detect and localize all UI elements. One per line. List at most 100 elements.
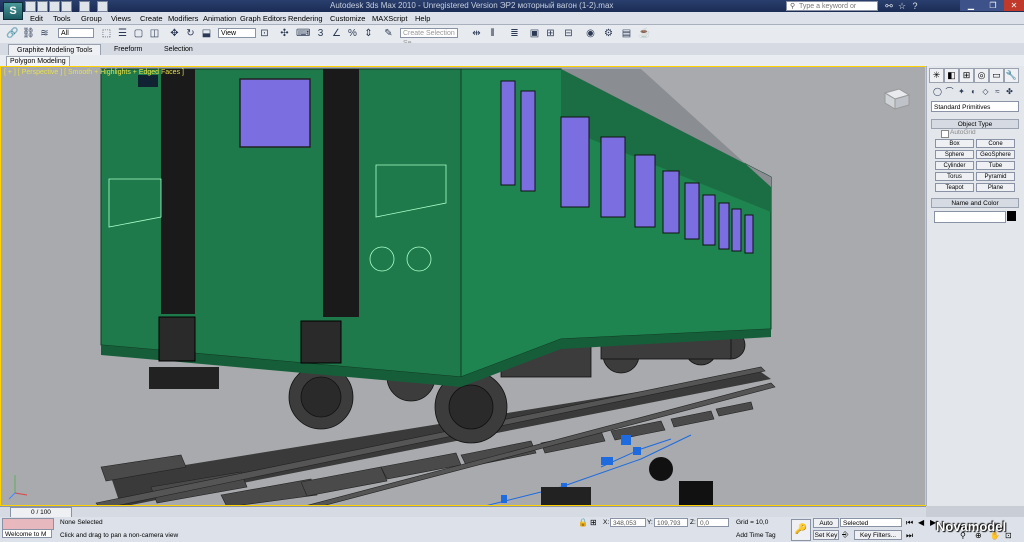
menu-graph-editors[interactable]: Graph Editors — [240, 13, 286, 24]
torus-button[interactable]: Torus — [935, 172, 974, 181]
angle-snap-icon[interactable]: ∠ — [330, 27, 343, 40]
y-coord-field[interactable]: 109,793 — [654, 518, 688, 527]
menu-rendering[interactable]: Rendering — [288, 13, 323, 24]
open-file-icon[interactable] — [37, 1, 48, 12]
tab-selection[interactable]: Selection — [156, 44, 201, 55]
redo-icon[interactable] — [79, 1, 90, 12]
viewcube-icon[interactable] — [883, 88, 911, 110]
perspective-viewport[interactable]: [ + ] [ Perspective ] [ Smooth + Highlig… — [0, 66, 926, 506]
geosphere-button[interactable]: GeoSphere — [976, 150, 1015, 159]
lights-icon[interactable]: ✦ — [956, 86, 967, 97]
save-file-icon[interactable] — [49, 1, 60, 12]
select-manipulate-icon[interactable]: ✣ — [278, 27, 291, 40]
spinner-snap-icon[interactable]: ⇕ — [362, 27, 375, 40]
space-warps-icon[interactable]: ≈ — [992, 86, 1003, 97]
hierarchy-tab-icon[interactable]: ⊞ — [959, 68, 974, 83]
cylinder-button[interactable]: Cylinder — [935, 161, 974, 170]
cameras-icon[interactable]: ◐ — [968, 86, 979, 97]
rendered-frame-icon[interactable]: ▤ — [620, 27, 633, 40]
select-object-icon[interactable]: ⬚ — [100, 27, 113, 40]
create-tab-icon[interactable]: ✳ — [929, 68, 944, 83]
rectangular-selection-icon[interactable]: ▢ — [132, 27, 145, 40]
utilities-tab-icon[interactable]: 🔧 — [1004, 68, 1019, 83]
autogrid-checkbox[interactable] — [941, 130, 949, 138]
move-icon[interactable]: ✥ — [168, 27, 181, 40]
z-coord-field[interactable]: 0,0 — [697, 518, 729, 527]
named-selection-input[interactable]: Create Selection Se — [400, 28, 458, 47]
tab-freeform[interactable]: Freeform — [106, 44, 150, 55]
binoculars-icon[interactable]: ⚯ — [884, 1, 894, 11]
app-logo-icon[interactable]: S — [3, 2, 23, 20]
object-color-swatch[interactable] — [1007, 211, 1016, 221]
layer-manager-icon[interactable]: ≣ — [508, 27, 521, 40]
set-key-button[interactable]: Set Key — [813, 530, 839, 540]
shapes-icon[interactable]: ⌒ — [944, 86, 955, 97]
graphite-toggle-icon[interactable]: ▣ — [528, 27, 541, 40]
modify-tab-icon[interactable]: ◧ — [944, 68, 959, 83]
menu-customize[interactable]: Customize — [330, 13, 365, 24]
name-and-color-rollout[interactable]: Name and Color — [931, 198, 1019, 208]
add-time-tag-button[interactable]: Add Time Tag — [736, 531, 776, 540]
render-production-icon[interactable]: ☕ — [638, 27, 651, 40]
key-mode-toggle-icon[interactable]: ⏭ — [906, 531, 913, 541]
systems-icon[interactable]: ✤ — [1004, 86, 1015, 97]
go-to-start-icon[interactable]: ⏮ — [906, 518, 913, 528]
primitive-type-dropdown[interactable]: Standard Primitives — [931, 101, 1019, 112]
cone-button[interactable]: Cone — [976, 139, 1015, 148]
edit-named-selection-icon[interactable]: ✎ — [382, 27, 395, 40]
align-icon[interactable]: ⫴ — [486, 27, 499, 40]
previous-frame-icon[interactable]: ◀ — [918, 518, 924, 527]
teapot-button[interactable]: Teapot — [935, 183, 974, 192]
minimize-button[interactable]: ▁ — [960, 0, 982, 11]
selection-filter-dropdown[interactable]: All — [58, 28, 94, 38]
display-tab-icon[interactable]: ▭ — [989, 68, 1004, 83]
viewport-label[interactable]: [ + ] [ Perspective ] [ Smooth + Highlig… — [4, 69, 184, 76]
menu-views[interactable]: Views — [111, 13, 131, 24]
restore-button[interactable]: ❐ — [982, 0, 1004, 11]
x-coord-field[interactable]: 348,053 — [610, 518, 646, 527]
select-by-name-icon[interactable]: ☰ — [116, 27, 129, 40]
material-editor-icon[interactable]: ◉ — [584, 27, 597, 40]
pivot-center-icon[interactable]: ⊡ — [258, 27, 271, 40]
object-type-rollout[interactable]: Object Type — [931, 119, 1019, 129]
tube-button[interactable]: Tube — [976, 161, 1015, 170]
auto-key-button[interactable]: Auto Key — [813, 518, 839, 537]
key-mode-dropdown[interactable]: Selected — [840, 518, 902, 527]
default-in-out-tangents-icon[interactable]: ⎆ — [842, 530, 848, 540]
window-crossing-icon[interactable]: ◫ — [148, 27, 161, 40]
mirror-icon[interactable]: ⇹ — [470, 27, 483, 40]
star-icon[interactable]: ☆ — [897, 1, 907, 11]
absolute-mode-icon[interactable]: ⊞ — [590, 518, 597, 527]
menu-edit[interactable]: Edit — [30, 13, 43, 24]
maxscript-mini-listener[interactable]: Welcome to M — [2, 529, 52, 538]
render-setup-icon[interactable]: ⚙ — [602, 27, 615, 40]
new-file-icon[interactable] — [25, 1, 36, 12]
menu-modifiers[interactable]: Modifiers — [168, 13, 198, 24]
pyramid-button[interactable]: Pyramid — [976, 172, 1015, 181]
percent-snap-icon[interactable]: % — [346, 27, 359, 40]
schematic-view-icon[interactable]: ⊟ — [562, 27, 575, 40]
menu-create[interactable]: Create — [140, 13, 163, 24]
reference-coordinate-dropdown[interactable]: View — [218, 28, 256, 38]
helpers-icon[interactable]: ◇ — [980, 86, 991, 97]
select-link-icon[interactable]: 🔗 — [6, 27, 19, 40]
sphere-button[interactable]: Sphere — [935, 150, 974, 159]
menu-maxscript[interactable]: MAXScript — [372, 13, 407, 24]
plane-button[interactable]: Plane — [976, 183, 1015, 192]
set-key-mode-icon[interactable]: 🔑 — [791, 519, 811, 541]
menu-animation[interactable]: Animation — [203, 13, 236, 24]
search-input[interactable]: Type a keyword or phrase — [786, 1, 878, 20]
bind-space-warp-icon[interactable]: ≋ — [38, 27, 51, 40]
curve-editor-icon[interactable]: ⊞ — [544, 27, 557, 40]
unlink-icon[interactable]: ⛓ — [22, 27, 35, 40]
menu-group[interactable]: Group — [81, 13, 102, 24]
geometry-icon[interactable]: ◯ — [932, 86, 943, 97]
undo-icon[interactable] — [61, 1, 72, 12]
box-button[interactable]: Box — [935, 139, 974, 148]
menu-help[interactable]: Help — [415, 13, 430, 24]
lock-selection-icon[interactable]: 🔒 — [578, 518, 588, 527]
keyboard-shortcut-icon[interactable]: ⌨ — [296, 27, 310, 40]
close-button[interactable]: ✕ — [1004, 0, 1024, 11]
project-folder-icon[interactable] — [97, 1, 108, 12]
object-name-input[interactable] — [934, 211, 1006, 223]
